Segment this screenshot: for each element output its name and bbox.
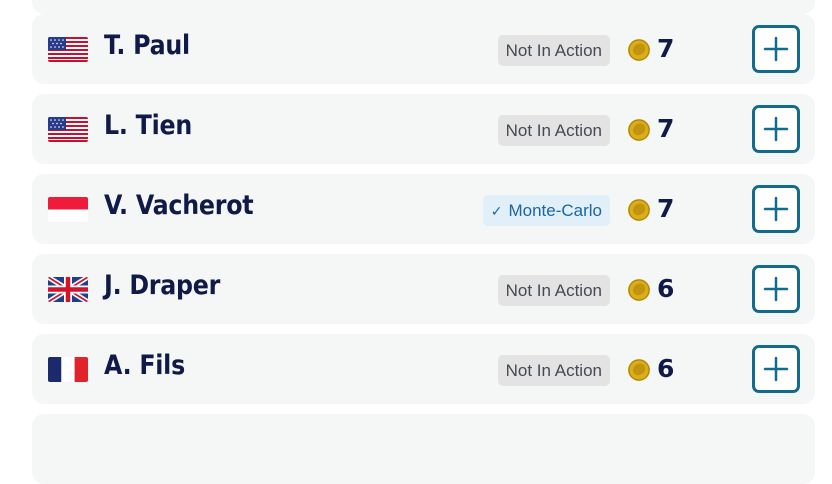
player-points: 7 [657, 114, 675, 143]
player-points: 6 [657, 354, 675, 383]
player-card: L. Tien Not In Action 7 [32, 94, 815, 164]
plus-icon [763, 196, 789, 222]
add-player-button[interactable] [752, 265, 800, 313]
coin-icon [628, 279, 650, 301]
status-badge: ✓ Monte-Carlo [482, 195, 610, 226]
player-name: V. Vacherot [104, 190, 254, 221]
plus-icon [763, 36, 789, 62]
uk-flag-icon [48, 277, 88, 302]
player-name: J. Draper [104, 270, 221, 301]
player-points: 6 [657, 274, 675, 303]
coin-icon [628, 359, 650, 381]
player-card-partial [32, 414, 815, 484]
player-card: J. Draper Not In Action 6 [32, 254, 815, 324]
france-flag-icon [48, 357, 88, 382]
player-points: 7 [657, 34, 675, 63]
status-badge: Not In Action [497, 355, 610, 386]
add-player-button[interactable] [752, 105, 800, 153]
status-badge: Not In Action [497, 275, 610, 306]
plus-icon [763, 356, 789, 382]
coin-icon [628, 39, 650, 61]
add-player-button[interactable] [752, 185, 800, 233]
player-card-partial [32, 0, 815, 14]
plus-icon [763, 116, 789, 142]
player-card: A. Fils Not In Action 6 [32, 334, 815, 404]
add-player-button[interactable] [752, 345, 800, 393]
player-name: L. Tien [104, 110, 192, 141]
status-badge: Not In Action [497, 115, 610, 146]
coin-icon [628, 199, 650, 221]
player-card: V. Vacherot ✓ Monte-Carlo 7 [32, 174, 815, 244]
player-points: 7 [657, 194, 675, 223]
player-name: A. Fils [104, 350, 185, 381]
coin-icon [628, 119, 650, 141]
player-card: T. Paul Not In Action 7 [32, 14, 815, 84]
plus-icon [763, 276, 789, 302]
usa-flag-icon [48, 117, 88, 142]
checkmark-icon: ✓ [490, 203, 503, 219]
status-badge: Not In Action [497, 35, 610, 66]
monaco-flag-icon [48, 197, 88, 222]
player-name: T. Paul [104, 30, 190, 61]
add-player-button[interactable] [752, 25, 800, 73]
usa-flag-icon [48, 37, 88, 62]
